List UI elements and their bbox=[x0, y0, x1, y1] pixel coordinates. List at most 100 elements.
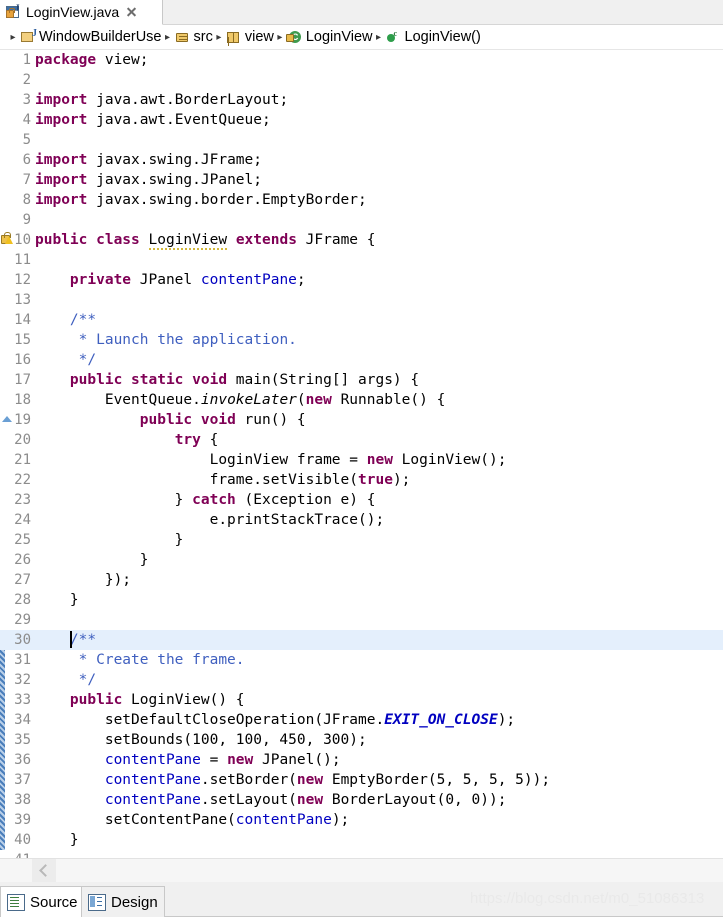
line-number: 33 bbox=[14, 692, 31, 708]
code-line[interactable]: 25 } bbox=[0, 530, 723, 550]
editor-tab-loginview[interactable]: J LoginView.java bbox=[0, 0, 163, 25]
line-number: 40 bbox=[14, 832, 31, 848]
code-line-text: contentPane.setBorder(new EmptyBorder(5,… bbox=[104, 772, 551, 788]
code-line-text: } bbox=[35, 532, 184, 548]
scrollbar-thumb[interactable] bbox=[0, 859, 32, 882]
code-line[interactable]: 7 import javax.swing.JPanel; bbox=[0, 170, 723, 190]
code-line[interactable]: 16 */ bbox=[0, 350, 723, 370]
code-line[interactable]: 35 setBounds(100, 100, 450, 300); bbox=[0, 730, 723, 750]
line-number: 20 bbox=[14, 432, 31, 448]
code-line-text: private JPanel contentPane; bbox=[69, 272, 306, 288]
line-number: 9 bbox=[22, 212, 31, 228]
breadcrumb-item-project[interactable]: J WindowBuilderUse bbox=[19, 28, 162, 45]
breadcrumb-item-class[interactable]: LoginView bbox=[285, 29, 373, 45]
tab-design[interactable]: Design bbox=[81, 886, 165, 917]
code-line[interactable]: 5 bbox=[0, 130, 723, 150]
line-number: 24 bbox=[14, 512, 31, 528]
code-line-text: import javax.swing.border.EmptyBorder; bbox=[35, 192, 367, 208]
line-number: 37 bbox=[14, 772, 31, 788]
code-text-area[interactable]: 1 package view; 2 3 import java.awt.BorderLa… bbox=[0, 50, 723, 858]
code-line-text: import java.awt.EventQueue; bbox=[35, 112, 271, 128]
code-line-text: * Launch the application. bbox=[78, 332, 297, 348]
code-line[interactable]: 33 public LoginView() { bbox=[0, 690, 723, 710]
code-line[interactable]: 19 public void run() { bbox=[0, 410, 723, 430]
line-number: 34 bbox=[14, 712, 31, 728]
code-line-text: LoginView frame = new LoginView(); bbox=[35, 452, 507, 468]
code-line[interactable]: 6 import javax.swing.JFrame; bbox=[0, 150, 723, 170]
code-line[interactable]: 18 EventQueue.invokeLater(new Runnable()… bbox=[0, 390, 723, 410]
breadcrumb-label-project: WindowBuilderUse bbox=[39, 29, 162, 45]
tab-design-label: Design bbox=[111, 893, 158, 911]
breadcrumb-item-src[interactable]: src bbox=[174, 29, 213, 45]
code-line-text: public class LoginView extends JFrame { bbox=[35, 232, 376, 250]
line-number: 16 bbox=[14, 352, 31, 368]
constructor-icon: c bbox=[385, 29, 402, 45]
line-number: 41 bbox=[0, 850, 31, 858]
code-line[interactable]: 24 e.printStackTrace(); bbox=[0, 510, 723, 530]
breadcrumb-separator: ▸ bbox=[376, 31, 382, 43]
code-line[interactable]: 4 import java.awt.EventQueue; bbox=[0, 110, 723, 130]
code-line[interactable]: 29 bbox=[0, 610, 723, 630]
line-number: 13 bbox=[14, 292, 31, 308]
code-line[interactable]: 28 } bbox=[0, 590, 723, 610]
editor-tab-title: LoginView.java bbox=[26, 4, 120, 20]
line-number: 36 bbox=[14, 752, 31, 768]
code-line[interactable]: 27 }); bbox=[0, 570, 723, 590]
close-icon[interactable] bbox=[125, 6, 138, 19]
code-line-text: } bbox=[35, 592, 79, 608]
breadcrumb-item-constructor[interactable]: c LoginView() bbox=[385, 29, 481, 45]
horizontal-scrollbar[interactable] bbox=[0, 858, 723, 882]
line-number: 31 bbox=[14, 652, 31, 668]
source-view-icon bbox=[7, 893, 25, 911]
editor-tab-bar: J LoginView.java bbox=[0, 0, 723, 25]
code-line[interactable]: 10 public class LoginView extends JFrame … bbox=[0, 230, 723, 250]
chevron-left-icon[interactable] bbox=[32, 859, 56, 882]
code-line[interactable]: 41 bbox=[0, 850, 723, 858]
line-number: 30 bbox=[14, 632, 31, 648]
breadcrumb-item-package[interactable]: view bbox=[225, 29, 274, 45]
line-number: 10 bbox=[14, 232, 31, 248]
code-line[interactable]: 26 } bbox=[0, 550, 723, 570]
code-line[interactable]: 22 frame.setVisible(true); bbox=[0, 470, 723, 490]
code-line[interactable]: 1 package view; bbox=[0, 50, 723, 70]
code-line[interactable]: 30 /** bbox=[0, 630, 723, 650]
code-line[interactable]: 14 /** bbox=[0, 310, 723, 330]
line-number: 1 bbox=[22, 52, 31, 68]
code-line[interactable]: 31 * Create the frame. bbox=[0, 650, 723, 670]
code-line[interactable]: 37 contentPane.setBorder(new EmptyBorder… bbox=[0, 770, 723, 790]
code-line[interactable]: 34 setDefaultCloseOperation(JFrame.EXIT_… bbox=[0, 710, 723, 730]
code-line[interactable]: 32 */ bbox=[0, 670, 723, 690]
line-number: 15 bbox=[14, 332, 31, 348]
line-number: 27 bbox=[14, 572, 31, 588]
code-line-text: /** bbox=[69, 312, 97, 328]
code-line-text: import javax.swing.JFrame; bbox=[35, 152, 262, 168]
line-number: 38 bbox=[14, 792, 31, 808]
code-line-text: e.printStackTrace(); bbox=[35, 512, 385, 528]
code-line[interactable]: 38 contentPane.setLayout(new BorderLayou… bbox=[0, 790, 723, 810]
code-line[interactable]: 17 public static void main(String[] args… bbox=[0, 370, 723, 390]
line-number: 12 bbox=[14, 272, 31, 288]
code-line[interactable]: 23 } catch (Exception e) { bbox=[0, 490, 723, 510]
code-line[interactable]: 12 private JPanel contentPane; bbox=[0, 270, 723, 290]
code-line[interactable]: 36 contentPane = new JPanel(); bbox=[0, 750, 723, 770]
code-line[interactable]: 8 import javax.swing.border.EmptyBorder; bbox=[0, 190, 723, 210]
tab-source-label: Source bbox=[30, 893, 78, 911]
code-editor[interactable]: 1 package view; 2 3 import java.awt.BorderLa… bbox=[0, 50, 723, 858]
java-class-locked-icon: J bbox=[5, 4, 22, 20]
code-line[interactable]: 21 LoginView frame = new LoginView(); bbox=[0, 450, 723, 470]
code-line[interactable]: 9 bbox=[0, 210, 723, 230]
breadcrumb-label-constructor: LoginView() bbox=[404, 29, 481, 45]
tab-source[interactable]: Source bbox=[0, 886, 85, 917]
code-line[interactable]: 40 } bbox=[0, 830, 723, 850]
code-line[interactable]: 3 import java.awt.BorderLayout; bbox=[0, 90, 723, 110]
code-line[interactable]: 20 try { bbox=[0, 430, 723, 450]
java-class-icon bbox=[285, 29, 303, 45]
code-line[interactable]: 11 bbox=[0, 250, 723, 270]
code-line[interactable]: 2 bbox=[0, 70, 723, 90]
code-line[interactable]: 39 setContentPane(contentPane); bbox=[0, 810, 723, 830]
code-line[interactable]: 13 bbox=[0, 290, 723, 310]
code-line-text: try { bbox=[174, 432, 219, 448]
line-number: 19 bbox=[14, 412, 31, 428]
code-line[interactable]: 15 * Launch the application. bbox=[0, 330, 723, 350]
line-number: 8 bbox=[22, 192, 31, 208]
